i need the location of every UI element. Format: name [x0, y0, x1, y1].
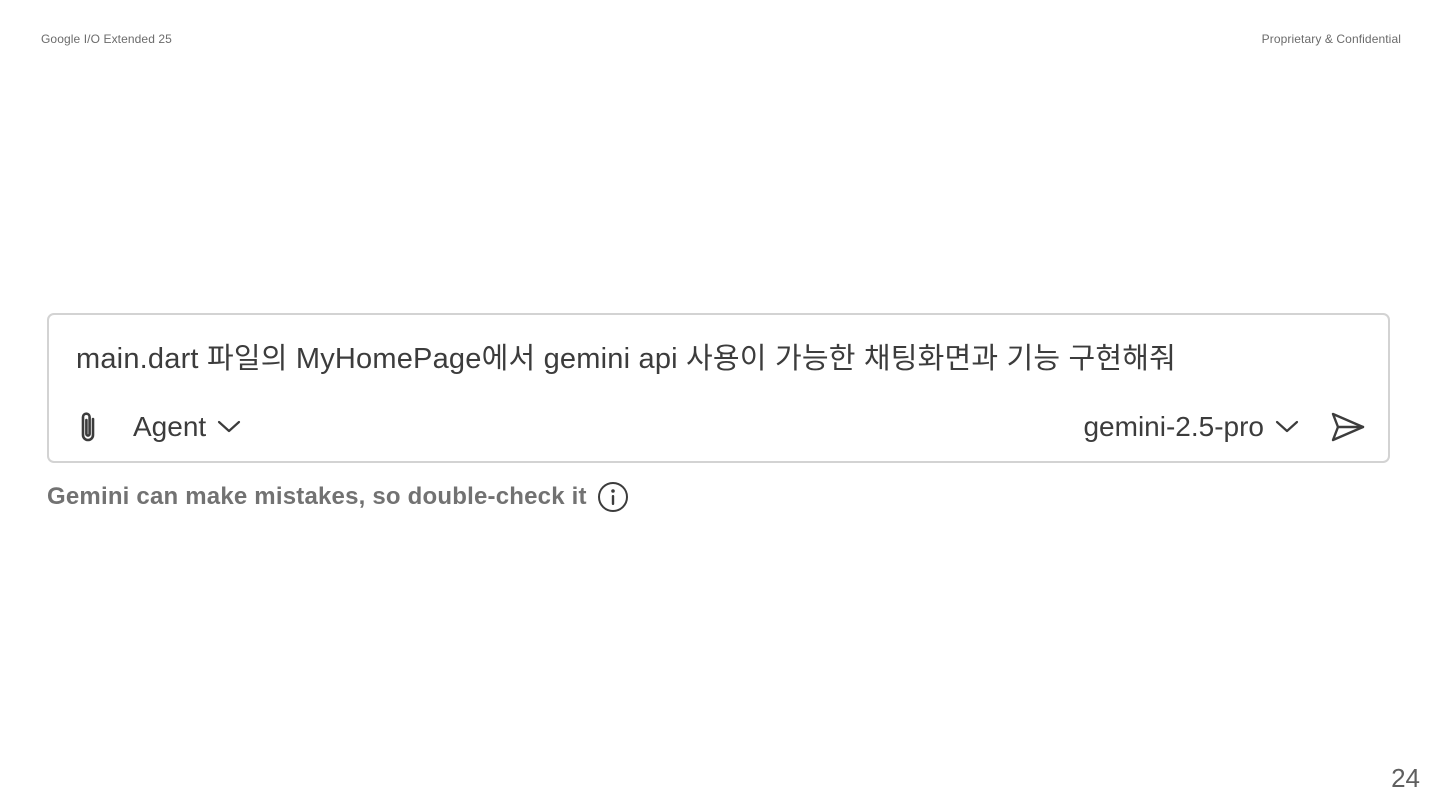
event-title: Google I/O Extended 25 — [41, 32, 172, 46]
model-label: gemini-2.5-pro — [1083, 411, 1264, 442]
chevron-down-icon — [1274, 414, 1300, 440]
disclaimer: Gemini can make mistakes, so double-chec… — [47, 480, 629, 514]
mode-label: Agent — [133, 411, 207, 442]
slide: Google I/O Extended 25 Proprietary & Con… — [0, 0, 1440, 810]
chat-input-box[interactable]: main.dart 파일의 MyHomePage에서 gemini api 사용… — [47, 313, 1390, 463]
disclaimer-text: Gemini can make mistakes, so double-chec… — [47, 483, 587, 510]
paperclip-icon — [81, 412, 95, 442]
attach-button[interactable] — [73, 409, 103, 445]
page-number: 24 — [1391, 763, 1420, 793]
send-icon — [1331, 412, 1365, 442]
info-icon[interactable] — [597, 481, 629, 513]
mode-dropdown[interactable]: Agent — [133, 409, 242, 445]
model-dropdown[interactable]: gemini-2.5-pro — [1083, 409, 1300, 445]
chat-toolbar: Agent gemini-2.5-pro — [49, 405, 1388, 449]
confidential-label: Proprietary & Confidential — [1261, 32, 1401, 46]
send-button[interactable] — [1328, 409, 1368, 445]
prompt-input[interactable]: main.dart 파일의 MyHomePage에서 gemini api 사용… — [76, 335, 1176, 377]
chevron-down-icon — [216, 414, 242, 440]
